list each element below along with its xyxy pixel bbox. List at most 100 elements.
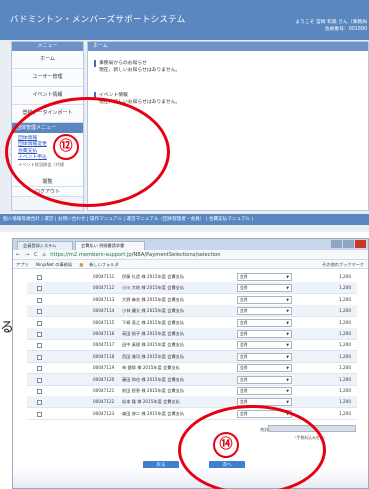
member-number: 00047116 [93, 331, 115, 336]
bookmark-new-folder[interactable]: 新しいフォルダ [89, 262, 118, 267]
member-number: 00047123 [93, 410, 115, 416]
member-number: 00047112 [93, 285, 115, 291]
amount: 1,200 [339, 342, 351, 348]
office-notice-title: 事務局からのお知らせ [94, 60, 180, 67]
member-number: 00047118 [93, 353, 115, 359]
member-number: 00047122 [93, 399, 115, 405]
member-number: 会員番号：001890 [324, 26, 367, 32]
fee-type-select[interactable]: 会費 [237, 387, 292, 395]
fee-type-select[interactable]: 会費 [237, 307, 292, 316]
welcome-user: ようこそ 宮崎 和美 さん（事務局 [295, 20, 367, 25]
maximize-icon[interactable] [343, 240, 354, 248]
fee-type-select[interactable]: 会費 [237, 295, 292, 304]
window-controls [331, 240, 366, 248]
menu-item-home[interactable]: ホーム [12, 51, 83, 69]
folder-icon: ■ [79, 262, 84, 267]
row-checkbox[interactable] [37, 377, 42, 383]
member-number: 00047114 [93, 308, 115, 314]
payment-name: 伊藤 礼造 様 2015年度 会費支払 [122, 274, 185, 279]
highlight-ellipse [5, 97, 170, 207]
row-checkbox[interactable] [37, 332, 42, 337]
office-notice-body: 現在、新しいお知らせはありません。 [99, 68, 181, 73]
side-text: る [0, 320, 12, 336]
close-icon[interactable] [355, 240, 366, 248]
bookmark-ninjanet[interactable]: NinjaNet の事務局 [36, 262, 72, 267]
fee-type-select[interactable]: 会費 [237, 341, 292, 350]
row-checkbox[interactable] [37, 366, 42, 372]
address-bar[interactable]: ← → C ⌂ https://m2.members-support.jp/NB… [13, 250, 368, 260]
table-row: 00047119 林 健郎 様 2015年度 会費支払 会費 1,200 [27, 362, 357, 375]
member-number: 00047111 [93, 274, 115, 279]
fee-type-select[interactable]: 会費 [237, 375, 292, 384]
payment-table: 00047111伊藤 礼造 様 2015年度 会費支払会費1,200000471… [13, 271, 368, 421]
table-row: 00047116 高田 裕子 様 2015年度 会費支払 会費 1,200 [27, 328, 357, 340]
fee-type-select[interactable]: 会費 [237, 273, 292, 281]
payment-name: 小林 優太 様 2015年度 会費支払 [122, 308, 185, 314]
amount: 1,200 [339, 410, 351, 416]
table-row: 00047121 前田 智恵 様 2015年度 会費支払 会費 1,200 [27, 385, 357, 397]
browser-tab-active[interactable]: 会費払い 明細書請求書 [75, 241, 145, 250]
table-row: 00047123森田 修二 様 2015年度 会費支払会費1,200 [27, 408, 357, 420]
home-header: ホーム [88, 42, 368, 51]
member-number: 00047121 [93, 388, 115, 393]
table-row: 00047111 伊藤 礼造 様 2015年度 会費支払 会費 1,200 [27, 271, 357, 283]
member-number: 00047120 [93, 376, 115, 382]
bookmark-apps[interactable]: アプリ [16, 262, 29, 267]
office-notice: 事務局からのお知らせ 現在、新しいお知らせはありません。 [94, 60, 180, 74]
table-row: 00047112 小川 大地 様 2015年度 会費支払 会費 1,200 [27, 282, 357, 295]
amount: 1,200 [339, 365, 351, 371]
member-number: 00047113 [93, 296, 115, 302]
amount: 1,200 [339, 319, 351, 325]
amount: 1,200 [339, 274, 351, 279]
payment-name: 西田 雅司 様 2015年度 会費支払 [122, 353, 185, 359]
home-icon[interactable]: ⌂ [42, 252, 45, 258]
amount: 1,200 [339, 399, 351, 405]
table-row: 00047122松本 隆 様 2015年度 会費支払会費1,200 [27, 396, 357, 409]
app-header: バドミントン・メンバーズサポートシステム ようこそ 宮崎 和美 さん（事務局 会… [0, 0, 369, 40]
payment-name: 田中 真理 様 2015年度 会費支払 [122, 342, 185, 348]
payment-name: 大野 麻衣 様 2015年度 会費支払 [122, 296, 185, 302]
amount: 1,200 [339, 376, 351, 382]
menu-header: メニュー [12, 42, 83, 51]
fee-type-select[interactable]: 会費 [237, 364, 292, 373]
row-checkbox[interactable] [37, 400, 42, 406]
payment-name: 小川 大地 様 2015年度 会費支払 [122, 285, 185, 291]
payment-name: 林 健郎 様 2015年度 会費支払 [122, 365, 180, 371]
table-row: 00047120 藤田 和也 様 2015年度 会費支払 会費 1,200 [27, 373, 357, 386]
payment-name: 高田 裕子 様 2015年度 会費支払 [122, 331, 185, 336]
table-row: 00047118 西田 雅司 様 2015年度 会費支払 会費 1,200 [27, 350, 357, 363]
fee-type-select[interactable]: 会費 [237, 284, 292, 293]
row-checkbox[interactable] [37, 354, 42, 360]
fee-type-select[interactable]: 会費 [237, 352, 292, 361]
row-checkbox[interactable] [37, 286, 42, 292]
table-row: 00047114 小林 優太 様 2015年度 会費支払 会費 1,200 [27, 305, 357, 318]
forward-icon[interactable]: → [25, 252, 29, 258]
row-checkbox[interactable] [37, 309, 42, 315]
fee-type-select[interactable]: 会費 [237, 330, 292, 338]
table-row: 00047115 下崎 直之 様 2015年度 会費支払 会費 1,200 [27, 317, 357, 329]
row-checkbox[interactable] [37, 297, 42, 303]
row-checkbox[interactable] [37, 320, 42, 326]
url-path: /NBA/PaymentSelections/selection [131, 252, 221, 258]
payment-name: 前田 智恵 様 2015年度 会費支払 [122, 388, 185, 393]
row-checkbox[interactable] [37, 389, 42, 394]
row-checkbox[interactable] [37, 343, 42, 349]
footer-links[interactable]: 個人情報等規合計 | 運営 | お問い合わせ | 操作マニュアル | 運営マニュ… [0, 214, 369, 225]
table-row: 00047113 大野 麻衣 様 2015年度 会費支払 会費 1,200 [27, 294, 357, 306]
back-icon[interactable]: ← [16, 252, 20, 258]
minimize-icon[interactable] [331, 240, 342, 248]
url-text[interactable]: https://m2.members-support.jp/NBA/Paymen… [50, 252, 220, 258]
browser-tab[interactable]: 会員登録システム [17, 241, 73, 250]
row-checkbox[interactable] [37, 411, 42, 417]
welcome-text: ようこそ 宮崎 和美 さん（事務局 会員番号：001890 [295, 20, 367, 33]
row-checkbox[interactable] [37, 275, 42, 280]
amount: 1,200 [339, 308, 351, 314]
member-number: 00047119 [93, 365, 115, 371]
amount: 1,200 [339, 296, 351, 302]
reload-icon[interactable]: C [34, 252, 38, 258]
fee-type-select[interactable]: 会費 [237, 318, 292, 327]
amount: 1,200 [339, 353, 351, 359]
menu-item-user-management[interactable]: ユーザー管理 [12, 69, 83, 87]
other-bookmarks[interactable]: その他のブックマーク [322, 260, 364, 269]
payment-name: 下崎 直之 様 2015年度 会費支払 [122, 319, 185, 325]
